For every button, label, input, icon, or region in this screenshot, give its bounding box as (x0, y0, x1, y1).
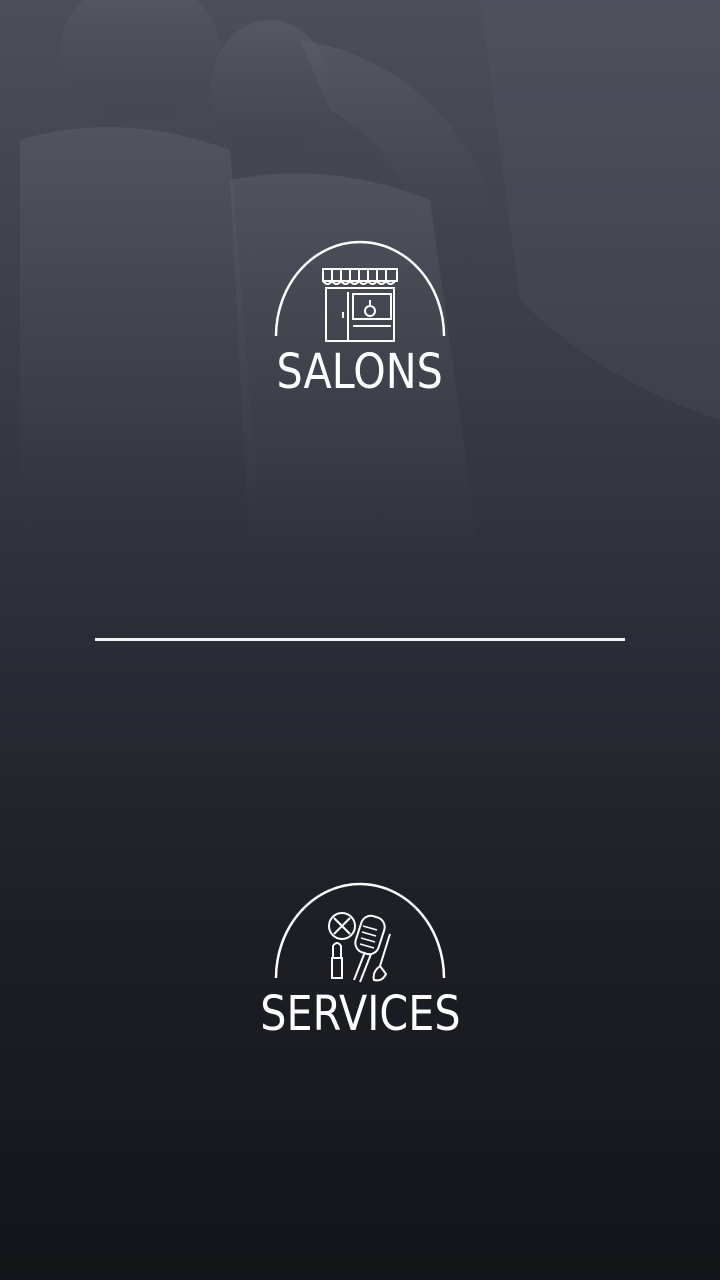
divider (95, 638, 625, 641)
services-label: SERVICES (259, 986, 461, 1042)
category-chooser-screen: SALONS SERVICES (0, 0, 720, 1280)
services-option[interactable]: SERVICES (0, 878, 720, 1042)
services-emblem (270, 878, 450, 988)
salons-label: SALONS (276, 344, 444, 400)
salons-emblem (270, 236, 450, 346)
storefront-icon (322, 268, 398, 342)
salons-option[interactable]: SALONS (0, 236, 720, 400)
beauty-tools-icon (328, 912, 391, 983)
